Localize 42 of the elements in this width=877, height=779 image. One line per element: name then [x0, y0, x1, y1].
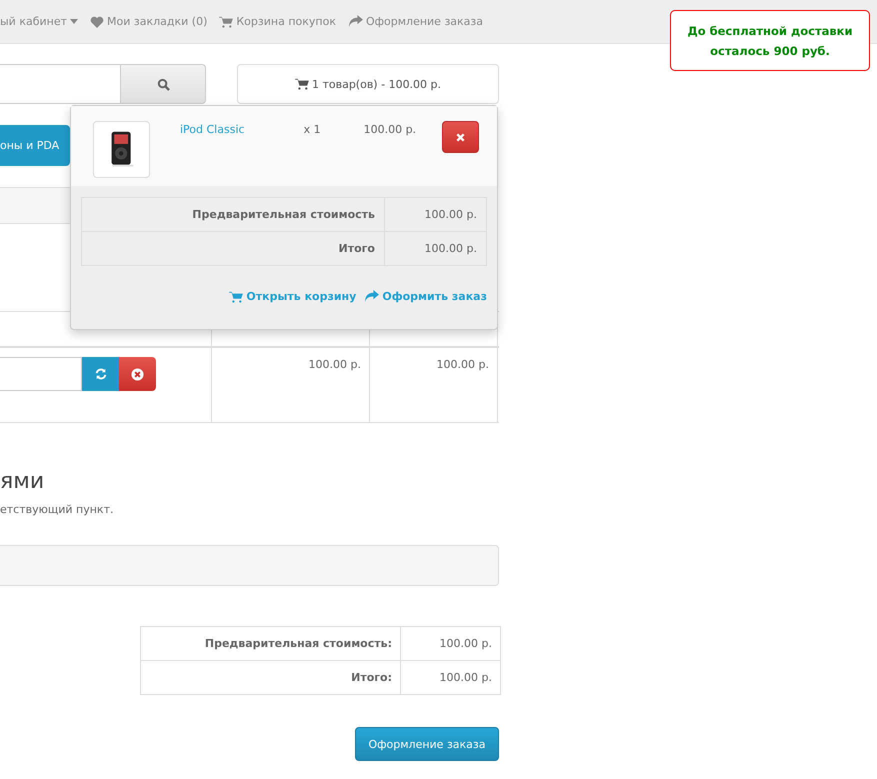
dropdown-link[interactable]: Оформить заказ	[364, 290, 487, 303]
product-price: 100.00 р.	[364, 123, 416, 136]
product-quantity: x 1	[304, 123, 321, 136]
update-button[interactable]	[82, 357, 119, 391]
heart-icon	[90, 16, 104, 28]
top-link[interactable]: Мои закладки (0)	[90, 15, 208, 28]
total-label: Предварительная стоимость	[82, 198, 385, 231]
share-arrow-icon	[348, 15, 363, 28]
row-total: 100.00 р.	[436, 358, 489, 371]
free-shipping-notice: До бесплатной доставки осталось 900 руб.	[670, 10, 870, 71]
media-player-drawing	[108, 130, 134, 170]
product-thumbnail[interactable]	[93, 121, 150, 178]
cart-icon	[219, 16, 234, 28]
top-link[interactable]: Оформление заказа	[348, 15, 484, 28]
share-arrow-icon	[364, 290, 380, 303]
dropdown-link[interactable]: Открыть корзину	[229, 290, 356, 303]
search-field[interactable]	[0, 64, 121, 104]
total-value: 100.00 р.	[438, 671, 493, 684]
total-value: 100.00 р.	[438, 637, 493, 650]
close-icon	[456, 132, 466, 142]
cart-button[interactable]: 1 товар(ов) - 100.00 р.	[237, 64, 499, 104]
search-icon	[156, 78, 170, 90]
top-link[interactable]: ый кабинет	[0, 15, 78, 28]
remove-button[interactable]	[119, 357, 156, 391]
cart-icon	[294, 78, 309, 90]
total-label: Итого:	[141, 661, 401, 694]
total-label: Итого	[82, 232, 385, 265]
caret-icon	[70, 19, 78, 24]
section-heading: ями	[0, 469, 46, 495]
remove-button[interactable]	[442, 121, 480, 153]
top-link[interactable]: Корзина покупок	[219, 15, 336, 28]
product-link[interactable]: iPod Classic	[180, 123, 245, 136]
section-text: етствующий пункт.	[0, 503, 114, 516]
cart-icon	[229, 290, 244, 302]
total-value: 100.00 р.	[424, 241, 478, 257]
checkout-button[interactable]: Оформление заказа	[355, 727, 499, 761]
menu-item[interactable]: оны и PDA	[0, 125, 70, 166]
total-label: Предварительная стоимость:	[141, 627, 401, 660]
refresh-icon	[94, 368, 106, 380]
close-circle-icon	[131, 368, 144, 380]
unit-price: 100.00 р.	[308, 358, 361, 371]
total-value: 100.00 р.	[424, 207, 478, 223]
